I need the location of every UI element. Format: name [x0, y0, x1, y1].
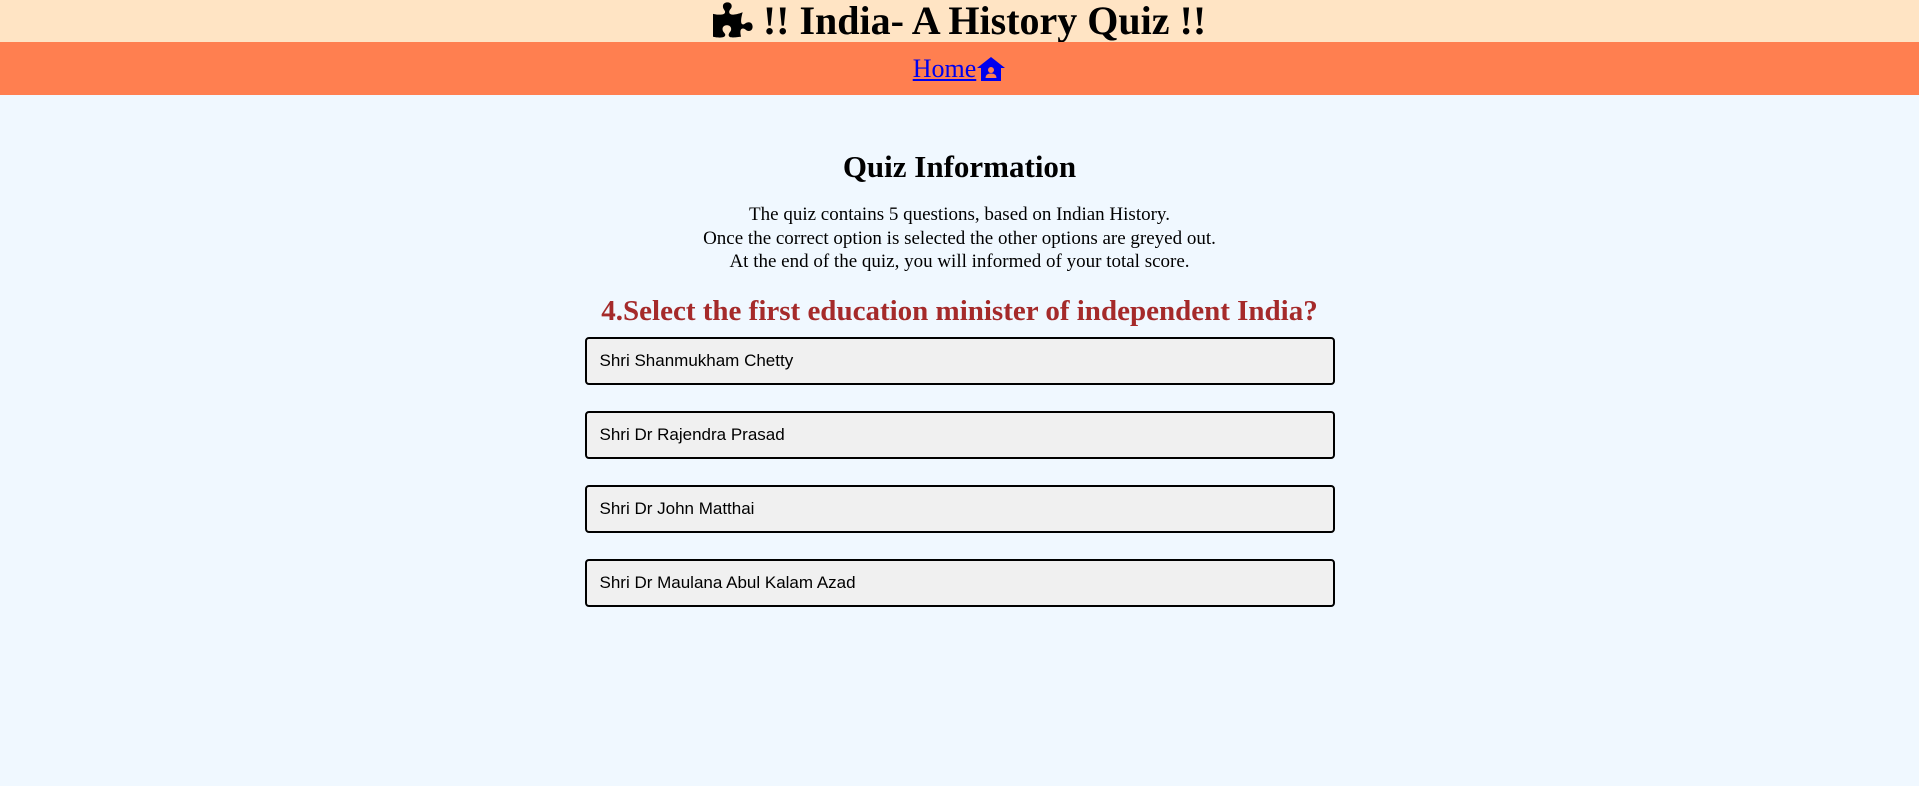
- answer-options: Shri Shanmukham Chetty Shri Dr Rajendra …: [584, 336, 1335, 607]
- answer-option[interactable]: Shri Dr Rajendra Prasad: [584, 410, 1335, 459]
- answer-option[interactable]: Shri Dr Maulana Abul Kalam Azad: [584, 558, 1335, 607]
- question-text: 4.Select the first education minister of…: [601, 294, 1318, 327]
- home-link[interactable]: Home: [913, 54, 1007, 84]
- puzzle-icon: [712, 2, 753, 38]
- quiz-info-text: The quiz contains 5 questions, based on …: [0, 203, 1919, 274]
- quiz-info-line: Once the correct option is selected the …: [703, 227, 1216, 249]
- page-title: !! India- A History Quiz !!: [712, 0, 1207, 43]
- main-content: Quiz Information The quiz contains 5 que…: [0, 95, 1919, 633]
- answer-option[interactable]: Shri Dr John Matthai: [584, 484, 1335, 533]
- page-title-text: !! India- A History Quiz !!: [762, 0, 1207, 43]
- nav-bar: Home: [0, 42, 1919, 95]
- quiz-info-line: At the end of the quiz, you will informe…: [729, 251, 1190, 272]
- answer-option[interactable]: Shri Shanmukham Chetty: [584, 336, 1335, 385]
- quiz-info-line: The quiz contains 5 questions, based on …: [749, 204, 1170, 225]
- home-icon: [977, 56, 1006, 81]
- page-header: !! India- A History Quiz !!: [0, 0, 1919, 42]
- quiz-info-title: Quiz Information: [842, 149, 1077, 184]
- home-link-label: Home: [912, 53, 977, 83]
